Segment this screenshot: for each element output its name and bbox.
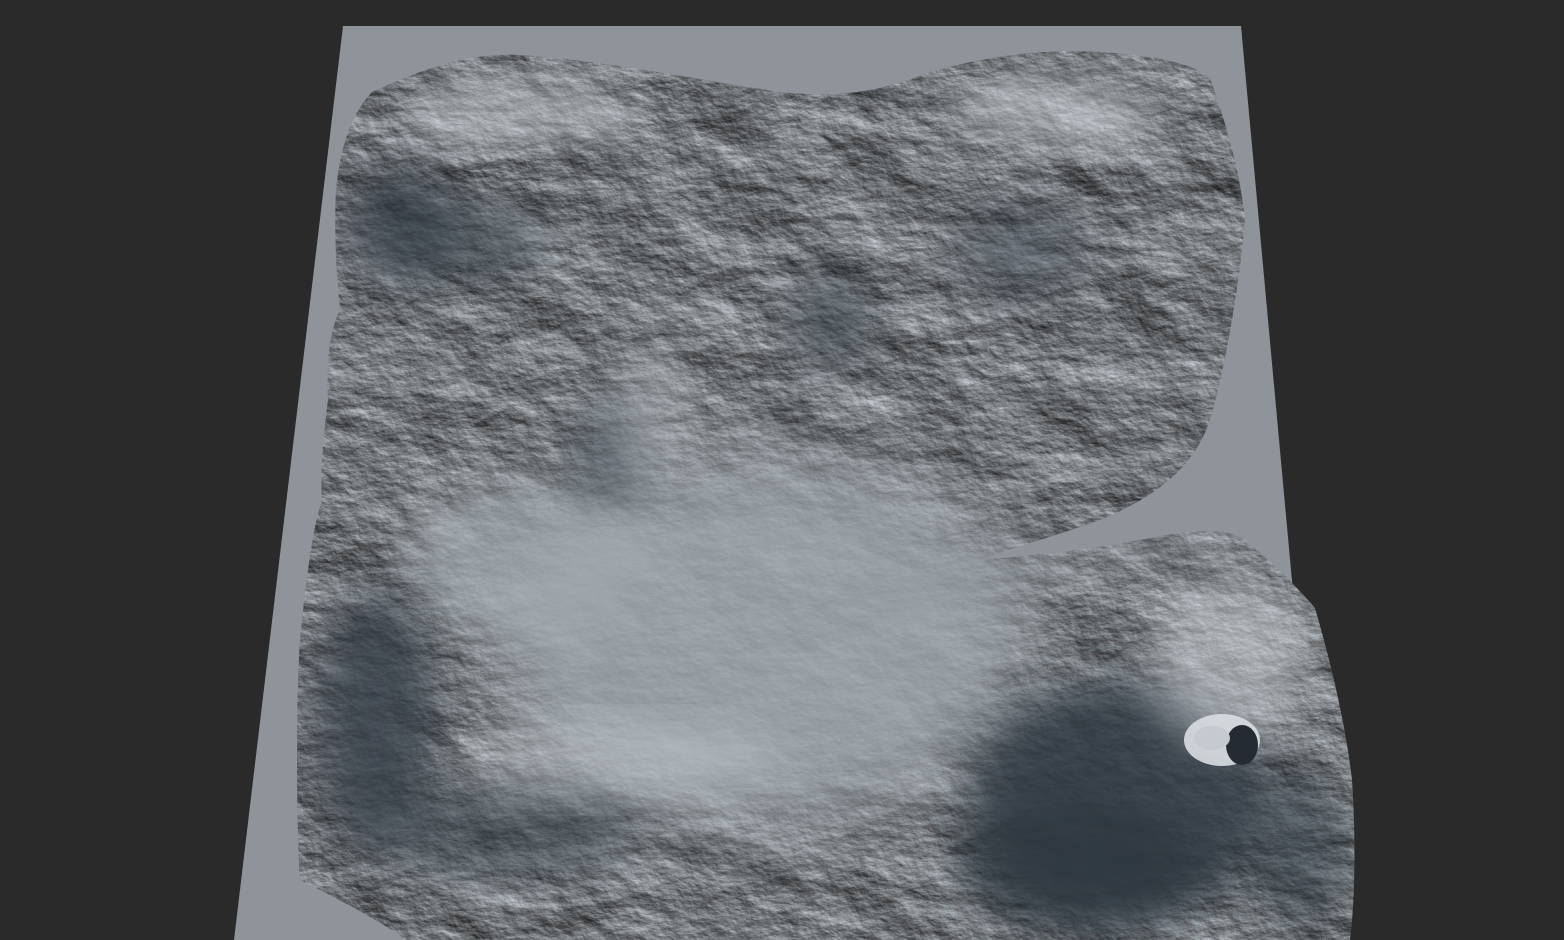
volcano[interactable]: [1184, 714, 1260, 766]
3d-viewport[interactable]: [0, 0, 1564, 940]
volcano-crater: [1226, 725, 1258, 765]
volcano-crater-floor: [1194, 726, 1230, 750]
terrain-scene[interactable]: [0, 0, 1564, 940]
